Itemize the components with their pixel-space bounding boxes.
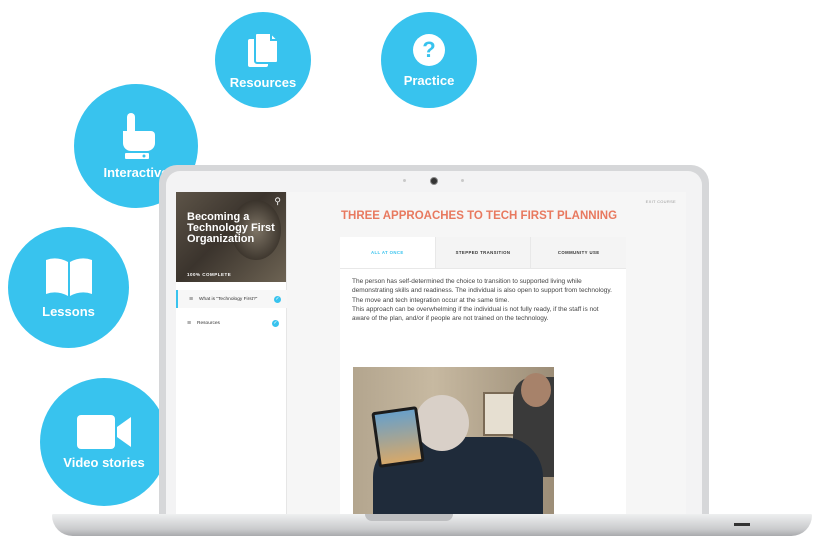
course-sidebar: ⚲ Becoming a Technology First Organizati…: [176, 192, 288, 514]
sensor-dot-left: [403, 179, 406, 182]
tabs-card: ALL AT ONCE STEPPED TRANSITION COMMUNITY…: [340, 237, 627, 514]
complete-check-icon: ✓: [272, 319, 279, 327]
complete-check-icon: ✓: [274, 295, 281, 303]
sidebar-item-label: Resources: [197, 320, 220, 326]
svg-text:?: ?: [422, 37, 435, 62]
lesson-list-icon: ≡: [189, 295, 194, 303]
practice-bubble: ? Practice: [381, 12, 477, 108]
tab-bar: ALL AT ONCE STEPPED TRANSITION COMMUNITY…: [340, 237, 627, 269]
resources-label: Resources: [229, 74, 297, 90]
lessons-bubble: Lessons: [8, 227, 129, 348]
paragraph-2: This approach can be overwhelming if the…: [352, 305, 599, 323]
pointer-hand-icon: [115, 112, 157, 159]
tab-community-use[interactable]: COMMUNITY USE: [530, 237, 627, 268]
documents-icon: [246, 31, 280, 69]
paragraph-1: The person has self-determined the choic…: [352, 278, 612, 304]
sensor-dot-right: [461, 179, 464, 182]
course-progress-fill: [176, 282, 286, 284]
search-icon[interactable]: ⚲: [274, 196, 281, 207]
elderly-head: [415, 395, 469, 451]
lesson-title: THREE APPROACHES TO TECH FIRST PLANNING: [341, 210, 618, 222]
sidebar-item-what-is-technology-first[interactable]: ≡ What is "Technology First?" ✓: [176, 290, 288, 308]
tab-all-at-once[interactable]: ALL AT ONCE: [340, 237, 435, 268]
tablet-screen: [374, 409, 422, 465]
resources-bubble: Resources: [215, 12, 311, 108]
course-title: Becoming a Technology First Organization: [187, 211, 275, 245]
video-label: Video stories: [63, 454, 145, 470]
tab-content-text: The person has self-determined the choic…: [352, 277, 617, 323]
question-icon: ?: [412, 33, 446, 67]
exit-course-link[interactable]: EXIT COURSE: [646, 199, 676, 204]
video-camera-icon: [77, 414, 131, 449]
lesson-main: EXIT COURSE THREE APPROACHES TO TECH FIR…: [287, 192, 686, 514]
sidebar-item-label: What is "Technology First?": [199, 296, 258, 302]
tab-stepped-transition[interactable]: STEPPED TRANSITION: [434, 237, 531, 268]
helper-face: [521, 373, 551, 407]
course-hero: ⚲ Becoming a Technology First Organizati…: [176, 192, 286, 284]
laptop-screen: ⚲ Becoming a Technology First Organizati…: [176, 192, 686, 514]
sidebar-item-resources[interactable]: ≡ Resources ✓: [176, 314, 286, 332]
tablet-user-photo: [353, 367, 554, 514]
lesson-list-icon: ≡: [187, 319, 192, 327]
laptop-status-light: [734, 523, 750, 526]
tablet-device: [371, 406, 425, 468]
webcam: [430, 177, 438, 185]
lessons-label: Lessons: [42, 304, 95, 319]
course-progress-text: 100% COMPLETE: [187, 272, 232, 277]
book-icon: [44, 256, 94, 298]
practice-label: Practice: [403, 72, 455, 88]
video-bubble: Video stories: [40, 378, 168, 506]
laptop-opening-notch: [365, 514, 453, 521]
